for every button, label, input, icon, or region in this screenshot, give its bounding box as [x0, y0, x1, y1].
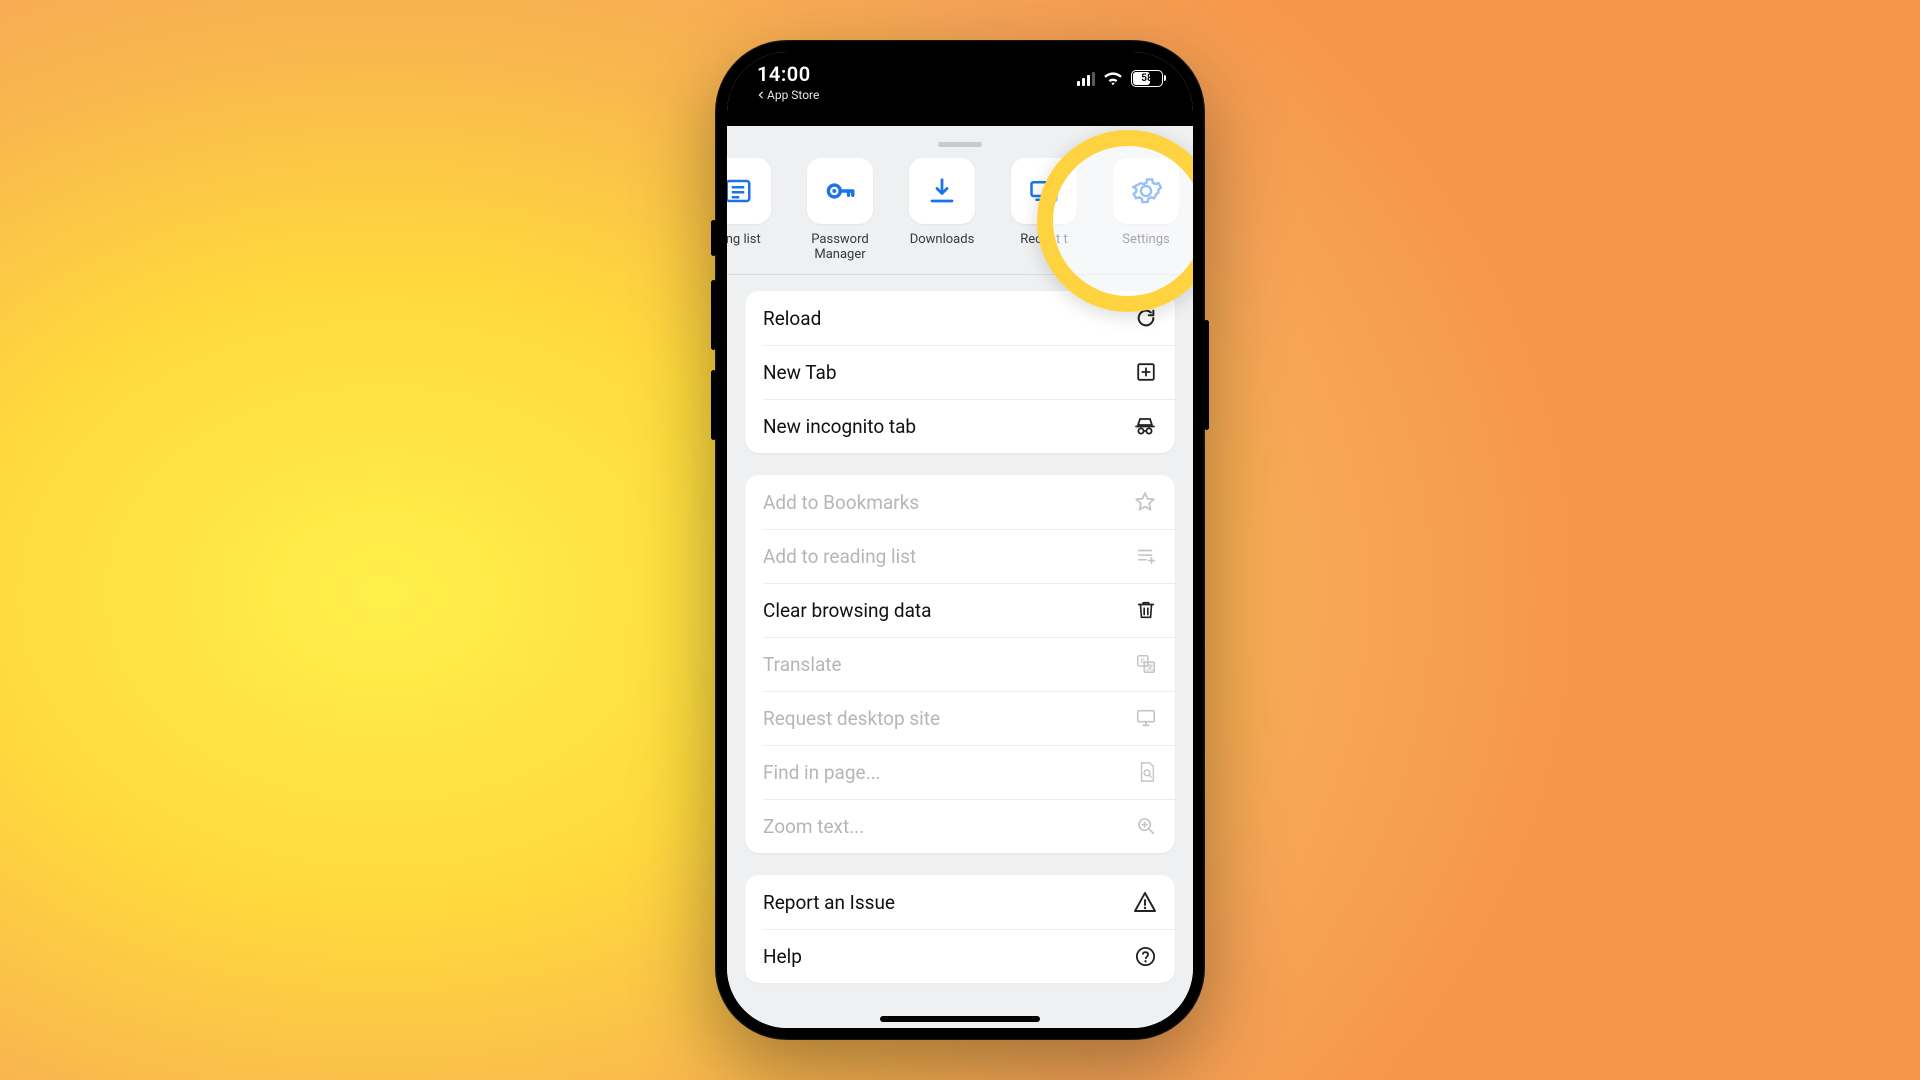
download-icon — [927, 176, 957, 206]
menu-list: Reload New Tab New incognito tab — [727, 275, 1193, 983]
mute-switch — [711, 220, 716, 256]
sheet-grabber[interactable] — [727, 134, 1193, 154]
shortcut-label: Password Manager — [811, 232, 868, 262]
menu-item-translate: Translate G文 — [745, 637, 1175, 691]
menu-item-zoom: Zoom text... — [745, 799, 1175, 853]
trash-icon — [1135, 599, 1157, 621]
gradient-stage: 14:00 App Store 58 — [0, 0, 1920, 1080]
menu-item-desktop-site: Request desktop site — [745, 691, 1175, 745]
star-icon — [1133, 490, 1157, 514]
wifi-icon — [1103, 72, 1123, 86]
volume-down-button — [711, 370, 716, 440]
menu-group-3: Report an Issue Help — [745, 875, 1175, 983]
status-time: 14:00 — [757, 62, 811, 86]
chevron-left-icon — [757, 91, 765, 99]
volume-up-button — [711, 280, 716, 350]
menu-sheet: ding list Password Manager Downloads Rec… — [727, 126, 1193, 1028]
menu-item-incognito[interactable]: New incognito tab — [745, 399, 1175, 453]
menu-item-help[interactable]: Help — [745, 929, 1175, 983]
phone-screen: 14:00 App Store 58 — [727, 52, 1193, 1028]
translate-icon: G文 — [1135, 653, 1157, 675]
incognito-icon — [1133, 414, 1157, 438]
menu-group-1: Reload New Tab New incognito tab — [745, 291, 1175, 453]
shortcut-reading-list[interactable]: ding list — [727, 158, 777, 262]
shortcut-settings[interactable]: Settings — [1107, 158, 1185, 262]
menu-item-reload[interactable]: Reload — [745, 291, 1175, 345]
shortcut-downloads[interactable]: Downloads — [903, 158, 981, 262]
shortcut-password-manager[interactable]: Password Manager — [801, 158, 879, 262]
reload-icon — [1135, 307, 1157, 329]
monitor-icon — [1135, 707, 1157, 729]
phone-frame: 14:00 App Store 58 — [715, 40, 1205, 1040]
menu-item-bookmarks: Add to Bookmarks — [745, 475, 1175, 529]
reading-list-icon — [727, 176, 753, 206]
cellular-signal-icon — [1077, 72, 1095, 86]
shortcut-row: ding list Password Manager Downloads Rec… — [727, 154, 1193, 275]
shortcut-label: Downloads — [910, 232, 975, 247]
menu-item-clear-data[interactable]: Clear browsing data — [745, 583, 1175, 637]
shortcut-label: Recent t — [1020, 232, 1068, 247]
shortcut-label: Settings — [1122, 232, 1169, 247]
shortcut-recent-tabs[interactable]: Recent t — [1005, 158, 1083, 262]
home-indicator[interactable] — [880, 1016, 1040, 1022]
gear-icon — [1130, 175, 1162, 207]
add-to-list-icon — [1135, 545, 1157, 567]
menu-item-new-tab[interactable]: New Tab — [745, 345, 1175, 399]
power-button — [1204, 320, 1209, 430]
svg-text:文: 文 — [1147, 663, 1154, 672]
find-in-page-icon — [1137, 761, 1157, 783]
help-icon — [1134, 945, 1157, 968]
menu-group-2: Add to Bookmarks Add to reading list Cle… — [745, 475, 1175, 853]
dynamic-island — [885, 66, 1035, 108]
svg-text:G: G — [1141, 657, 1146, 665]
devices-icon — [1029, 176, 1059, 206]
back-to-app-link[interactable]: App Store — [757, 88, 819, 102]
menu-item-report[interactable]: Report an Issue — [745, 875, 1175, 929]
shortcut-label: ding list — [727, 232, 761, 247]
menu-item-reading-list: Add to reading list — [745, 529, 1175, 583]
zoom-in-icon — [1135, 815, 1157, 837]
warning-icon — [1133, 890, 1157, 914]
menu-item-find: Find in page... — [745, 745, 1175, 799]
battery-indicator: 58 — [1131, 70, 1163, 87]
key-icon — [823, 174, 857, 208]
plus-square-icon — [1135, 361, 1157, 383]
